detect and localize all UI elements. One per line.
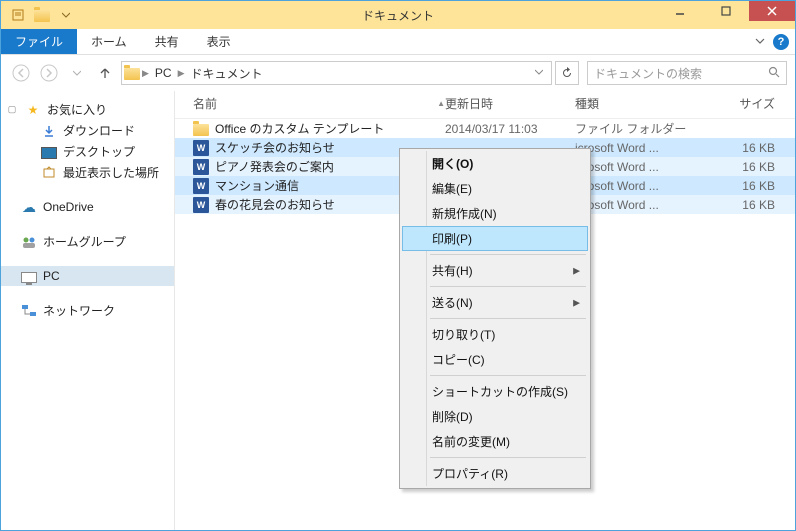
header-name[interactable]: 名前▲ — [193, 95, 445, 112]
homegroup-icon — [21, 234, 37, 250]
file-type: ファイル フォルダー — [575, 120, 705, 137]
folder-icon — [193, 121, 209, 137]
file-name: Office のカスタム テンプレート — [215, 120, 384, 137]
nav-recent-dropdown[interactable] — [65, 61, 89, 85]
cm-copy[interactable]: コピー(C) — [402, 347, 588, 372]
file-type: icrosoft Word ... — [575, 179, 705, 193]
cm-print[interactable]: 印刷(P) — [402, 226, 588, 251]
window-title: ドキュメント — [362, 7, 434, 24]
cm-separator — [430, 318, 586, 319]
word-file-icon: W — [193, 197, 209, 213]
header-size[interactable]: サイズ — [705, 95, 785, 112]
cm-new[interactable]: 新規作成(N) — [402, 201, 588, 226]
help-icon[interactable]: ? — [773, 34, 789, 50]
download-icon — [41, 123, 57, 139]
sort-asc-icon: ▲ — [437, 99, 445, 108]
qat-properties-icon[interactable] — [7, 4, 29, 26]
cm-open[interactable]: 開く(O) — [402, 151, 588, 176]
tab-home[interactable]: ホーム — [77, 29, 141, 54]
address-dropdown-icon[interactable] — [529, 68, 549, 78]
network-icon — [21, 303, 37, 319]
ribbon: ファイル ホーム 共有 表示 ? — [1, 29, 795, 55]
cm-rename[interactable]: 名前の変更(M) — [402, 429, 588, 454]
sidebar-onedrive[interactable]: ☁OneDrive — [1, 197, 174, 217]
file-size: 16 KB — [705, 179, 785, 193]
cm-cut[interactable]: 切り取り(T) — [402, 322, 588, 347]
sidebar-pc[interactable]: PC — [1, 266, 174, 286]
submenu-arrow-icon: ▶ — [573, 265, 580, 276]
qat-dropdown-icon[interactable] — [55, 4, 77, 26]
sidebar-homegroup[interactable]: ホームグループ — [1, 231, 174, 252]
titlebar: ドキュメント — [1, 1, 795, 29]
file-size: 16 KB — [705, 160, 785, 174]
word-file-icon: W — [193, 178, 209, 194]
navbar: ▶ PC ▶ ドキュメント ドキュメントの検索 — [1, 55, 795, 91]
search-input[interactable]: ドキュメントの検索 — [587, 61, 787, 85]
file-name: マンション通信 — [215, 177, 299, 194]
cm-separator — [430, 375, 586, 376]
collapse-icon[interactable]: ▢ — [7, 104, 17, 115]
quick-access-toolbar — [1, 4, 77, 26]
tab-view[interactable]: 表示 — [193, 29, 245, 54]
search-placeholder: ドキュメントの検索 — [594, 65, 702, 82]
recent-icon — [41, 165, 57, 181]
file-type: icrosoft Word ... — [575, 141, 705, 155]
column-headers: 名前▲ 更新日時 種類 サイズ — [175, 91, 795, 119]
file-name: ピアノ発表会のご案内 — [215, 158, 334, 175]
nav-back-button[interactable] — [9, 61, 33, 85]
sidebar: ▢★お気に入り ダウンロード デスクトップ 最近表示した場所 ☁OneDrive… — [1, 91, 175, 530]
header-date[interactable]: 更新日時 — [445, 95, 575, 112]
file-size: 16 KB — [705, 198, 785, 212]
cm-sendto[interactable]: 送る(N)▶ — [402, 290, 588, 315]
star-icon: ★ — [25, 102, 41, 118]
tab-file[interactable]: ファイル — [1, 29, 77, 54]
cm-shortcut[interactable]: ショートカットの作成(S) — [402, 379, 588, 404]
close-button[interactable] — [749, 1, 795, 21]
file-size: 16 KB — [705, 141, 785, 155]
nav-forward-button[interactable] — [37, 61, 61, 85]
sidebar-recent[interactable]: 最近表示した場所 — [1, 162, 174, 183]
refresh-button[interactable] — [555, 61, 579, 85]
file-type: icrosoft Word ... — [575, 160, 705, 174]
word-file-icon: W — [193, 140, 209, 156]
search-icon[interactable] — [768, 66, 780, 81]
breadcrumb-location[interactable]: ドキュメント — [187, 65, 267, 82]
ribbon-expand-icon[interactable] — [755, 35, 765, 49]
file-type: icrosoft Word ... — [575, 198, 705, 212]
breadcrumb-pc[interactable]: PC — [151, 66, 176, 80]
cm-separator — [430, 457, 586, 458]
sidebar-downloads[interactable]: ダウンロード — [1, 120, 174, 141]
cm-properties[interactable]: プロパティ(R) — [402, 461, 588, 486]
window-controls — [657, 1, 795, 23]
qat-newfolder-icon[interactable] — [31, 4, 53, 26]
minimize-button[interactable] — [657, 1, 703, 21]
maximize-button[interactable] — [703, 1, 749, 21]
pc-icon — [21, 268, 37, 284]
cm-separator — [430, 286, 586, 287]
chevron-right-icon[interactable]: ▶ — [178, 68, 185, 79]
main-area: ▢★お気に入り ダウンロード デスクトップ 最近表示した場所 ☁OneDrive… — [1, 91, 795, 530]
folder-icon — [124, 65, 140, 81]
nav-up-button[interactable] — [93, 61, 117, 85]
header-type[interactable]: 種類 — [575, 95, 705, 112]
desktop-icon — [41, 144, 57, 160]
file-name: 春の花見会のお知らせ — [215, 196, 335, 213]
submenu-arrow-icon: ▶ — [573, 297, 580, 308]
sidebar-desktop[interactable]: デスクトップ — [1, 141, 174, 162]
chevron-right-icon[interactable]: ▶ — [142, 68, 149, 79]
cm-edit[interactable]: 編集(E) — [402, 176, 588, 201]
cloud-icon: ☁ — [21, 199, 37, 215]
cm-delete[interactable]: 削除(D) — [402, 404, 588, 429]
address-bar[interactable]: ▶ PC ▶ ドキュメント — [121, 61, 552, 85]
sidebar-network[interactable]: ネットワーク — [1, 300, 174, 321]
tab-share[interactable]: 共有 — [141, 29, 193, 54]
cm-share[interactable]: 共有(H)▶ — [402, 258, 588, 283]
word-file-icon: W — [193, 159, 209, 175]
cm-separator — [430, 254, 586, 255]
file-name: スケッチ会のお知らせ — [215, 139, 335, 156]
context-menu: 開く(O) 編集(E) 新規作成(N) 印刷(P) 共有(H)▶ 送る(N)▶ … — [399, 148, 591, 489]
sidebar-favorites[interactable]: ▢★お気に入り — [1, 99, 174, 120]
file-row[interactable]: Office のカスタム テンプレート 2014/03/17 11:03ファイル … — [175, 119, 795, 138]
file-date: 2014/03/17 11:03 — [445, 122, 575, 136]
